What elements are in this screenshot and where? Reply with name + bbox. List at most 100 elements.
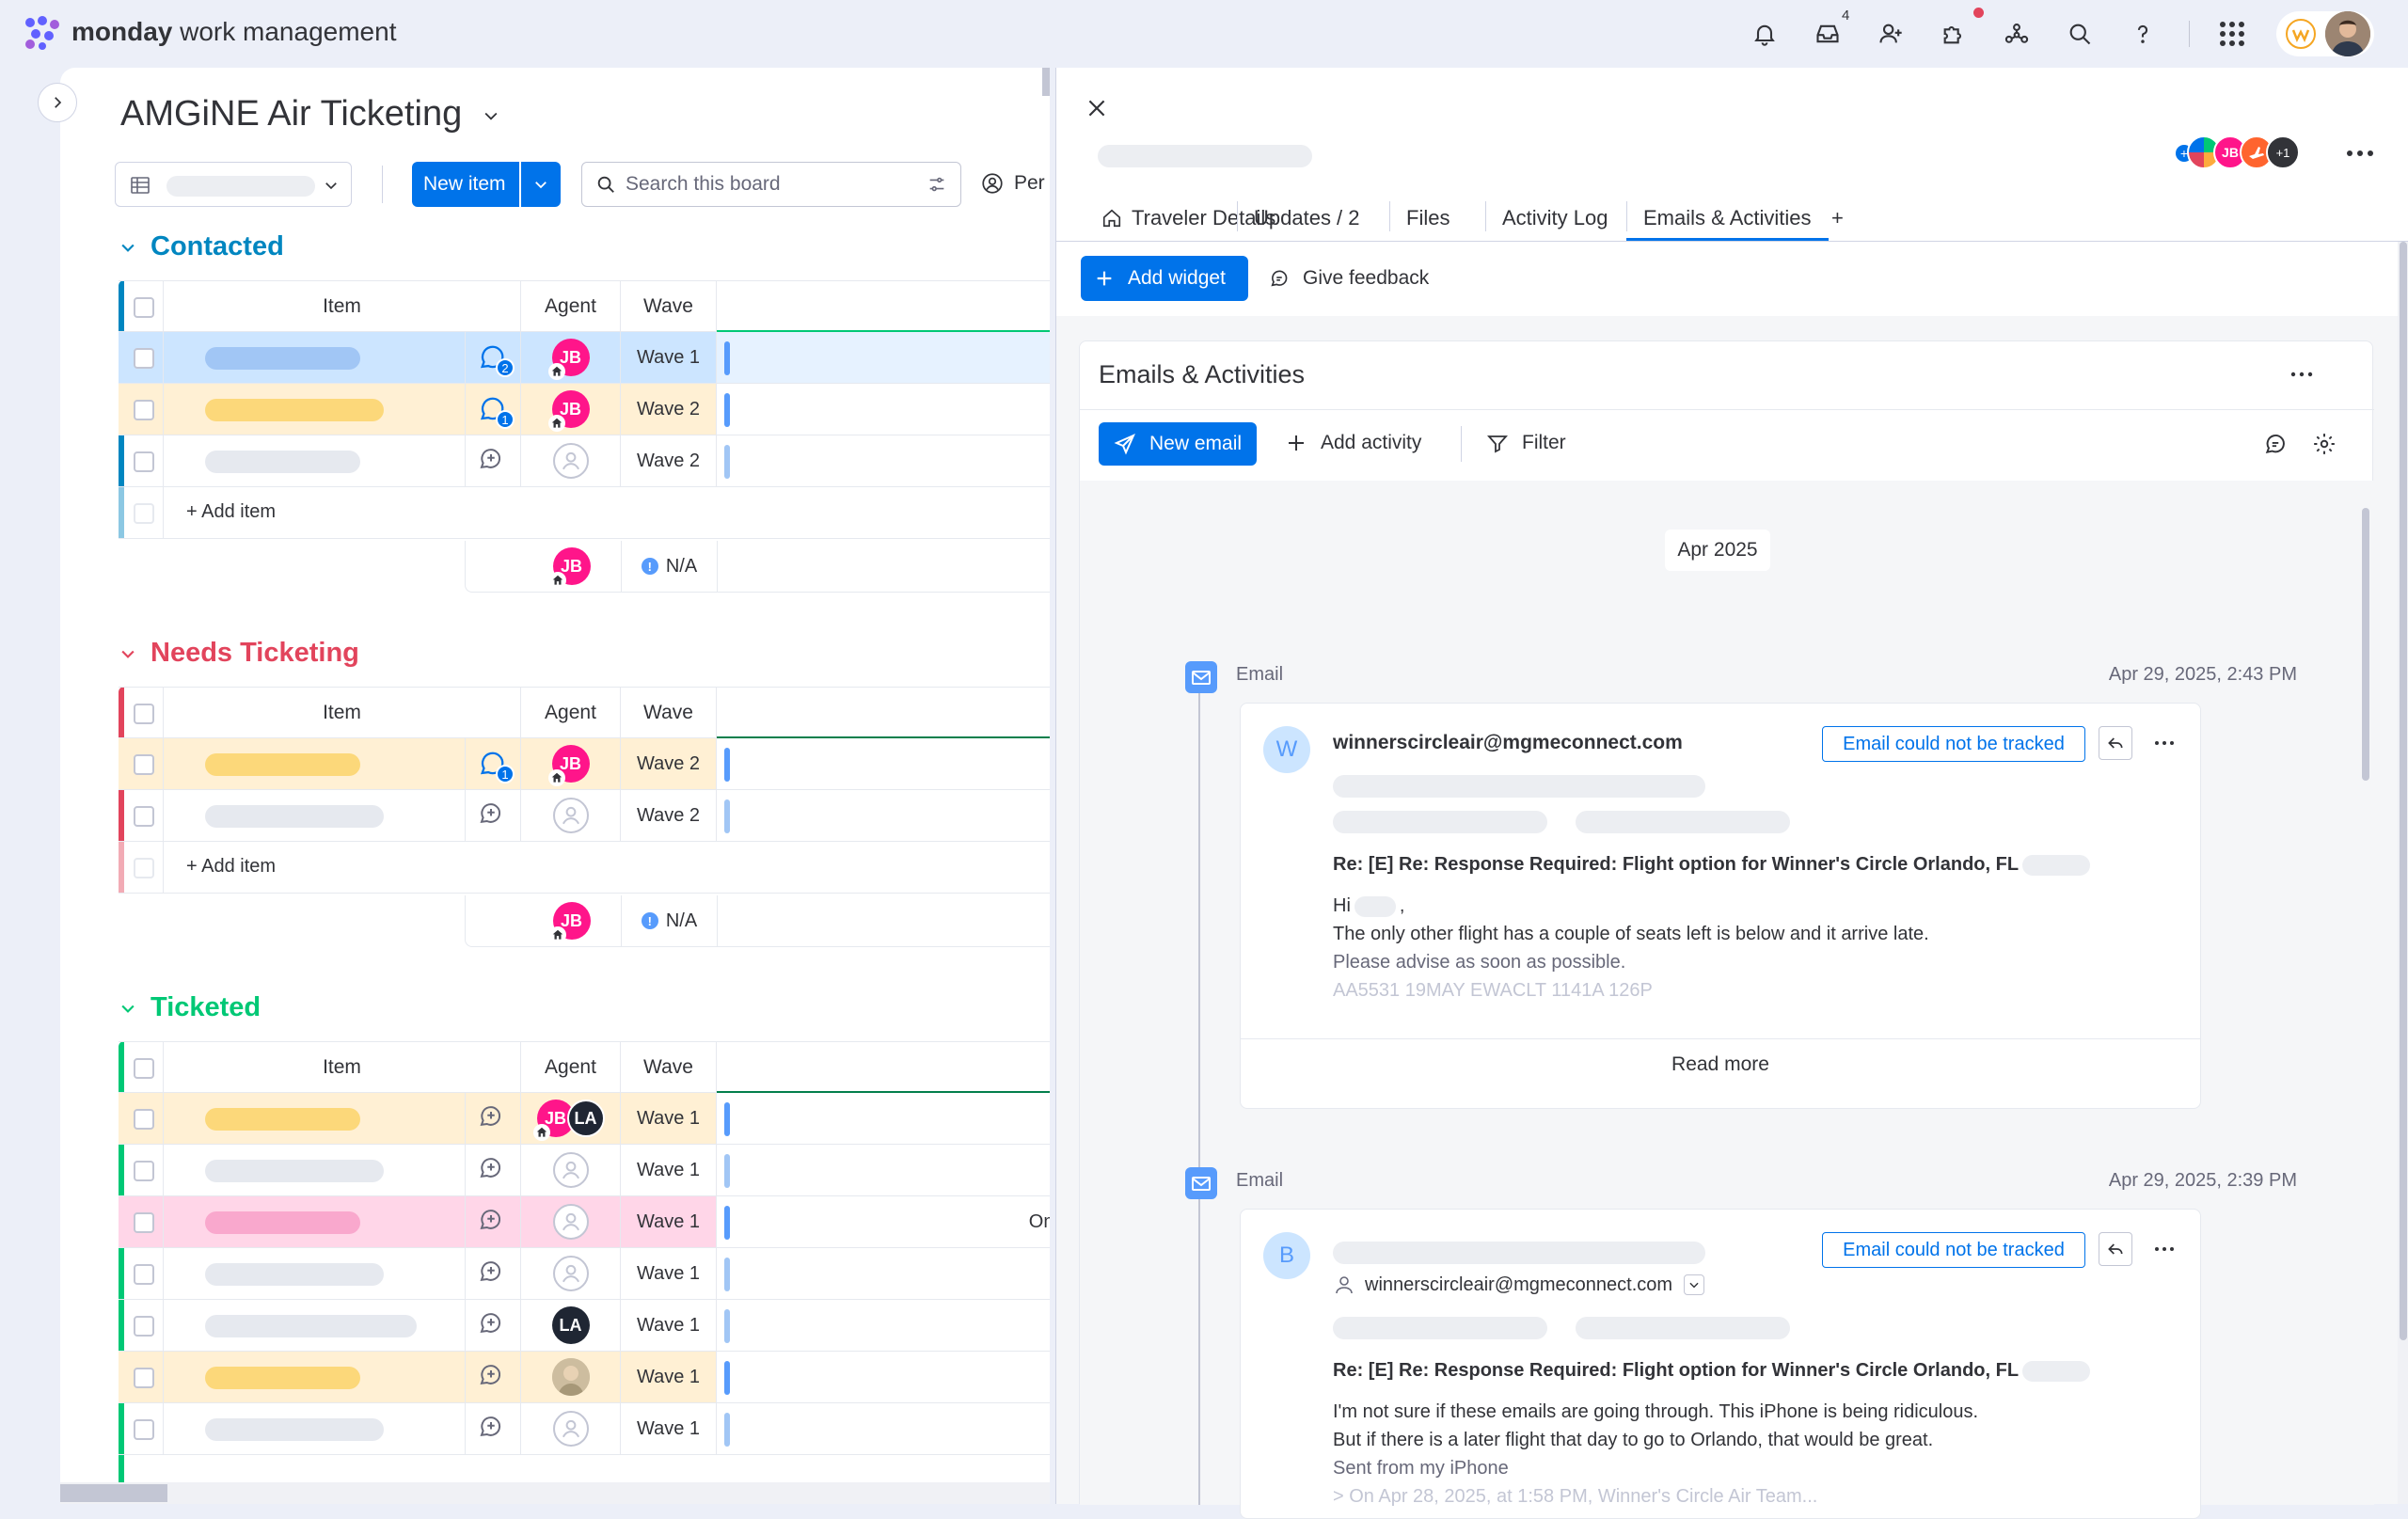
add-item-button[interactable]: + Add item (186, 856, 276, 878)
column-header-wave[interactable]: Wave (621, 1042, 717, 1093)
comment-icon[interactable] (2263, 432, 2288, 456)
wave-cell[interactable]: Wave 1 (621, 1248, 717, 1299)
inbox-icon[interactable] (1811, 17, 1845, 51)
apps-puzzle-icon[interactable] (1937, 17, 1971, 51)
item-name-cell[interactable] (164, 332, 465, 383)
agent-avatar[interactable] (552, 1204, 589, 1240)
agent-cell[interactable]: JB LA (521, 1093, 621, 1144)
column-header-agent[interactable]: Agent (521, 281, 621, 332)
tab-emails-activities[interactable]: Emails & Activities (1626, 199, 1829, 241)
wave-cell[interactable]: Wave 1 (621, 1093, 717, 1144)
checkbox[interactable] (134, 1264, 154, 1285)
agent-cell[interactable] (521, 790, 621, 841)
column-header-status[interactable] (717, 688, 1050, 739)
select-all-checkbox-cell[interactable] (124, 688, 164, 738)
search-icon[interactable] (2063, 17, 2097, 51)
user-avatar[interactable] (2325, 11, 2370, 56)
row-checkbox-cell[interactable] (124, 1093, 164, 1144)
item-name-cell[interactable] (164, 1300, 465, 1351)
agent-cell[interactable] (521, 1248, 621, 1299)
wave-cell[interactable]: Wave 1 (621, 1352, 717, 1402)
expand-sidebar-button[interactable] (38, 83, 77, 122)
column-header-item[interactable]: Item (164, 281, 521, 332)
email-more-icon[interactable] (2153, 734, 2176, 752)
agent-avatar[interactable] (552, 1152, 589, 1188)
widget-scroll-thumb[interactable] (2362, 508, 2369, 781)
add-item-row[interactable]: + Add item (119, 842, 1050, 894)
table-row[interactable]: 1 JB Wave 2 (119, 738, 1050, 790)
give-feedback-button[interactable]: Give feedback (1269, 267, 1429, 290)
status-cell[interactable] (717, 1145, 1050, 1195)
filter-button[interactable]: Filter (1486, 432, 1566, 454)
status-cell[interactable] (717, 738, 1050, 789)
status-cell[interactable] (717, 1248, 1050, 1299)
checkbox[interactable] (134, 754, 154, 775)
agent-cell[interactable] (521, 1403, 621, 1454)
updates-cell[interactable] (465, 1248, 521, 1299)
status-cell[interactable] (717, 1352, 1050, 1402)
reply-button[interactable] (2099, 1232, 2132, 1266)
updates-cell[interactable]: 1 (465, 384, 521, 435)
add-tab-button[interactable]: + (1831, 199, 1844, 237)
agent-avatar[interactable]: JB (547, 745, 590, 786)
wave-cell[interactable]: Wave 1 (621, 1196, 717, 1247)
status-cell[interactable] (717, 435, 1050, 486)
add-activity-button[interactable]: Add activity (1285, 432, 1421, 454)
agent-avatar[interactable]: JB (548, 547, 591, 589)
info-icon[interactable]: ! (641, 912, 658, 929)
column-header-wave[interactable]: Wave (621, 688, 717, 738)
agent-cell[interactable]: JB (521, 332, 621, 383)
monday-logo-icon[interactable] (23, 15, 62, 51)
checkbox[interactable] (134, 1316, 154, 1337)
subscribers-stack[interactable]: + JB +1 (2176, 134, 2300, 171)
email-more-icon[interactable] (2153, 1240, 2176, 1258)
agent-cell[interactable] (521, 1145, 621, 1195)
checkbox[interactable] (134, 1368, 154, 1388)
board-scroll-thumb[interactable] (1042, 68, 1050, 96)
horizontal-scrollbar[interactable] (60, 1482, 1050, 1504)
board-title[interactable]: AMGiNE Air Ticketing (120, 94, 500, 134)
agent-cell[interactable] (521, 435, 621, 486)
tab-files[interactable]: Files (1406, 199, 1450, 237)
column-header-wave[interactable]: Wave (621, 281, 717, 332)
row-checkbox-cell[interactable] (124, 738, 164, 789)
group-title-1[interactable]: Needs Ticketing (119, 638, 359, 669)
more-options-icon[interactable] (2345, 139, 2375, 167)
table-row[interactable]: 1 JB Wave 2 (119, 384, 1050, 435)
table-row[interactable]: Wave 1 (119, 1145, 1050, 1196)
new-item-dropdown-button[interactable] (521, 162, 561, 207)
select-all-checkbox-cell[interactable] (124, 281, 164, 332)
add-item-button[interactable]: + Add item (186, 501, 276, 523)
updates-icon[interactable]: 1 (477, 748, 515, 783)
table-row[interactable]: LA Wave 1 (119, 1300, 1050, 1352)
row-checkbox-cell[interactable] (124, 790, 164, 841)
column-header-item[interactable]: Item (164, 1042, 521, 1093)
new-item-button[interactable]: New item (412, 162, 519, 207)
agent-avatar[interactable]: JB (547, 339, 590, 380)
agent-cell[interactable]: JB (521, 384, 621, 435)
info-icon[interactable]: ! (641, 558, 658, 575)
agent-avatar[interactable]: JB (547, 390, 590, 432)
row-checkbox-cell[interactable] (124, 1403, 164, 1454)
status-cell[interactable] (717, 790, 1050, 841)
updates-cell[interactable] (465, 1300, 521, 1351)
search-board-input[interactable]: Search this board (581, 162, 961, 207)
group-title-2[interactable]: Ticketed (119, 992, 261, 1023)
filter-settings-icon[interactable] (927, 174, 947, 195)
updates-cell[interactable] (465, 1403, 521, 1454)
agent-avatar[interactable]: JB LA (532, 1100, 605, 1141)
status-cell[interactable] (717, 1300, 1050, 1351)
status-cell[interactable] (717, 332, 1050, 383)
updates-cell[interactable] (465, 1196, 521, 1247)
bell-icon[interactable] (1748, 17, 1782, 51)
wave-cell[interactable]: Wave 1 (621, 332, 717, 383)
table-row[interactable]: Wave 1 (119, 1248, 1050, 1300)
add-update-icon[interactable] (477, 1154, 509, 1186)
row-checkbox-cell[interactable] (124, 435, 164, 486)
status-cell[interactable] (717, 1403, 1050, 1454)
item-name-cell[interactable] (164, 384, 465, 435)
wave-cell[interactable]: Wave 1 (621, 1300, 717, 1351)
add-update-icon[interactable] (477, 1206, 509, 1238)
updates-cell[interactable] (465, 790, 521, 841)
person-filter-button[interactable]: Per (980, 171, 1045, 196)
